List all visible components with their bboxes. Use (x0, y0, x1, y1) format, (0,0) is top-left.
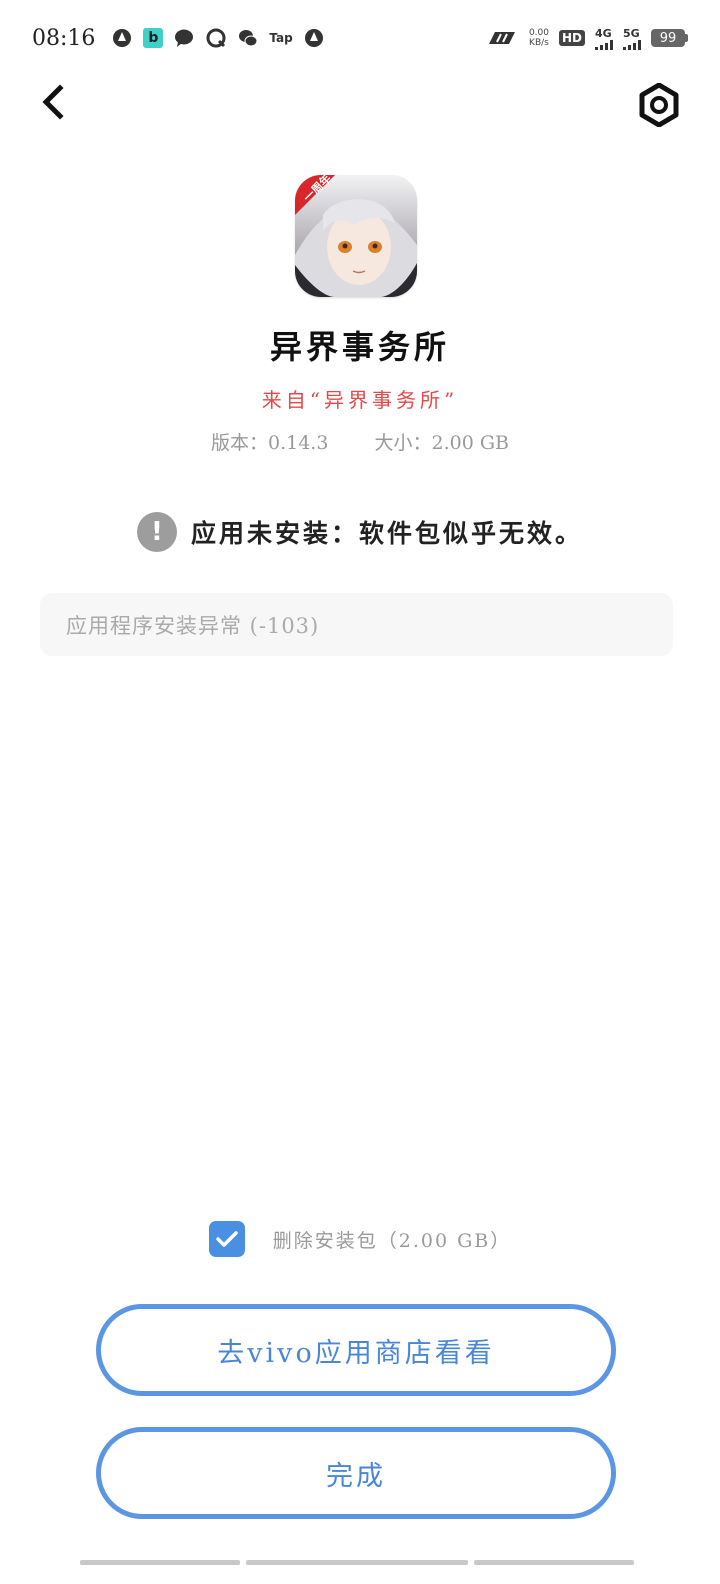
app-icon: 一周年 (295, 175, 417, 297)
signal-bars-icon (623, 39, 641, 50)
signal-5g-label: 5G (623, 26, 640, 40)
nfc-icon (487, 27, 519, 49)
delete-package-checkbox[interactable] (208, 1221, 245, 1257)
install-result-page: 08:16 b Tap 0.00 KB/s HD 4G 5G 99 一周年 异界… (0, 0, 720, 1584)
back-button[interactable] (28, 78, 76, 126)
signal-5g: 5G (623, 27, 641, 50)
qq-notification-icon (205, 27, 227, 49)
app-version: 版本：0.14.3 (211, 432, 329, 454)
status-time: 08:16 (32, 25, 96, 51)
checkmark-icon (216, 1231, 238, 1247)
signal-bars-icon (595, 39, 613, 50)
app-name: 异界事务所 (269, 328, 450, 366)
network-speed-unit: KB/s (529, 38, 549, 48)
app-source: 来自“异界事务所” (261, 388, 459, 412)
b-app-notification-icon: b (143, 28, 164, 48)
game-app-notification-icon (111, 27, 133, 49)
app-size: 大小：2.00 GB (374, 432, 509, 454)
battery-icon: 99 (651, 29, 688, 47)
wechat-notification-icon (237, 27, 259, 49)
install-status-message: 应用未安装：软件包似乎无效。 (190, 519, 583, 548)
open-app-store-button[interactable]: 去vivo应用商店看看 (96, 1304, 616, 1396)
game-app-notification-icon-2 (303, 27, 325, 49)
error-detail-box: 应用程序安装异常 (-103) (40, 593, 673, 656)
status-bar-left: 08:16 b Tap (32, 26, 325, 51)
message-notification-icon (173, 27, 195, 49)
anime-character-icon: 一周年 (295, 175, 417, 297)
install-status: ! 应用未安装：软件包似乎无效。 (0, 512, 720, 552)
status-bar-right: 0.00 KB/s HD 4G 5G 99 (487, 27, 688, 50)
done-button[interactable]: 完成 (96, 1427, 616, 1519)
nav-hint-center (246, 1560, 468, 1565)
network-speed-value: 0.00 (528, 28, 549, 38)
status-bar: 08:16 b Tap 0.00 KB/s HD 4G 5G 99 (0, 0, 720, 76)
app-meta: 版本：0.14.3 大小：2.00 GB (0, 428, 720, 455)
battery-level: 99 (651, 29, 685, 47)
tap-notification-icon: Tap (269, 31, 293, 45)
nav-hint-left (80, 1560, 240, 1565)
nav-hint-right (474, 1560, 634, 1565)
delete-package-option[interactable]: 删除安装包（2.00 GB） (0, 1221, 720, 1257)
signal-4g-label: 4G (595, 26, 612, 40)
settings-button[interactable] (636, 82, 682, 128)
hd-voice-icon: HD (558, 30, 585, 46)
chevron-left-icon (42, 84, 64, 120)
gear-icon (639, 83, 679, 127)
delete-package-label: 删除安装包（2.00 GB） (272, 1229, 512, 1252)
error-detail-text: 应用程序安装异常 (-103) (66, 613, 320, 638)
signal-4g: 4G (595, 27, 613, 50)
network-speed: 0.00 KB/s (529, 28, 549, 48)
warning-icon: ! (136, 512, 177, 552)
